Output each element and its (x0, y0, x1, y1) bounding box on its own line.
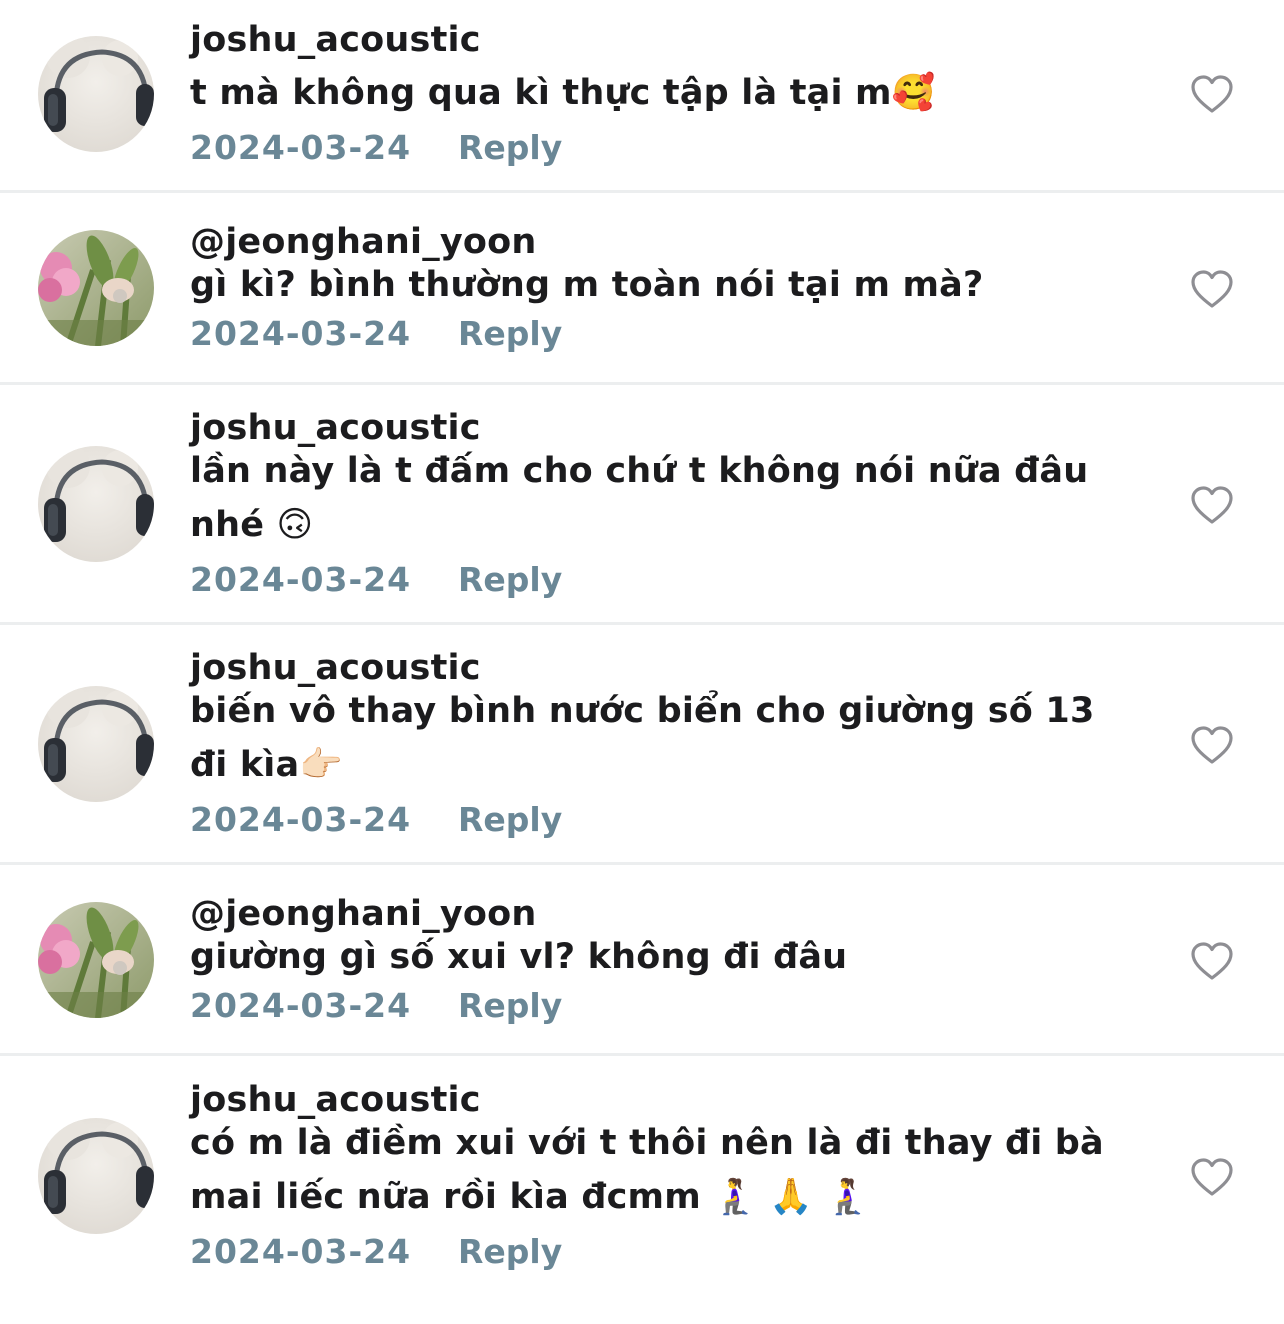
comment-date: 2024-03-24 (190, 1232, 412, 1271)
heart-outline-icon[interactable] (1190, 485, 1234, 525)
heart-outline-icon[interactable] (1190, 725, 1234, 765)
flowers-avatar-image (38, 902, 154, 1018)
comment-date: 2024-03-24 (190, 128, 412, 167)
divider (0, 190, 1284, 193)
headphones-avatar-image (38, 446, 154, 562)
reply-button[interactable]: Reply (458, 560, 562, 600)
reply-button[interactable]: Reply (458, 128, 562, 168)
comment-text: có m là điềm xui với t thôi nên là đi th… (190, 1123, 1104, 1217)
avatar[interactable] (38, 686, 154, 802)
comment-text: giường gì số xui vl? không đi đâu (190, 937, 848, 977)
comment-username[interactable]: joshu_acoustic (190, 20, 481, 60)
reply-button[interactable]: Reply (458, 800, 562, 840)
comment-username[interactable]: joshu_acoustic (190, 648, 481, 688)
comment-date: 2024-03-24 (190, 314, 412, 353)
headphones-avatar-image (38, 1118, 154, 1234)
comment-text: lần này là t đấm cho chứ t không nói nữa… (190, 451, 1089, 545)
reply-button[interactable]: Reply (458, 986, 562, 1026)
heart-outline-icon[interactable] (1190, 941, 1234, 981)
reply-button[interactable]: Reply (458, 1232, 562, 1272)
avatar[interactable] (38, 36, 154, 152)
heart-outline-icon[interactable] (1190, 1157, 1234, 1197)
heart-outline-icon[interactable] (1190, 269, 1234, 309)
divider (0, 622, 1284, 625)
comment-username[interactable]: joshu_acoustic (190, 1080, 481, 1120)
headphones-avatar-image (38, 36, 154, 152)
avatar[interactable] (38, 446, 154, 562)
comment-username[interactable]: @jeonghani_yoon (190, 222, 537, 262)
headphones-avatar-image (38, 686, 154, 802)
flowers-avatar-image (38, 230, 154, 346)
comment-date: 2024-03-24 (190, 560, 412, 599)
divider (0, 862, 1284, 865)
comment-text: gì kì? bình thường m toàn nói tại m mà? (190, 265, 984, 305)
comment-username[interactable]: @jeonghani_yoon (190, 894, 537, 934)
avatar[interactable] (38, 1118, 154, 1234)
avatar[interactable] (38, 230, 154, 346)
comment-username[interactable]: joshu_acoustic (190, 408, 481, 448)
comment-date: 2024-03-24 (190, 800, 412, 839)
avatar[interactable] (38, 902, 154, 1018)
comment-text: biến vô thay bình nước biển cho giường s… (190, 691, 1095, 785)
divider (0, 382, 1284, 385)
reply-button[interactable]: Reply (458, 314, 562, 354)
divider (0, 1053, 1284, 1056)
comment-text: t mà không qua kì thực tập là tại m🥰 (190, 73, 936, 113)
heart-outline-icon[interactable] (1190, 74, 1234, 114)
comment-date: 2024-03-24 (190, 986, 412, 1025)
